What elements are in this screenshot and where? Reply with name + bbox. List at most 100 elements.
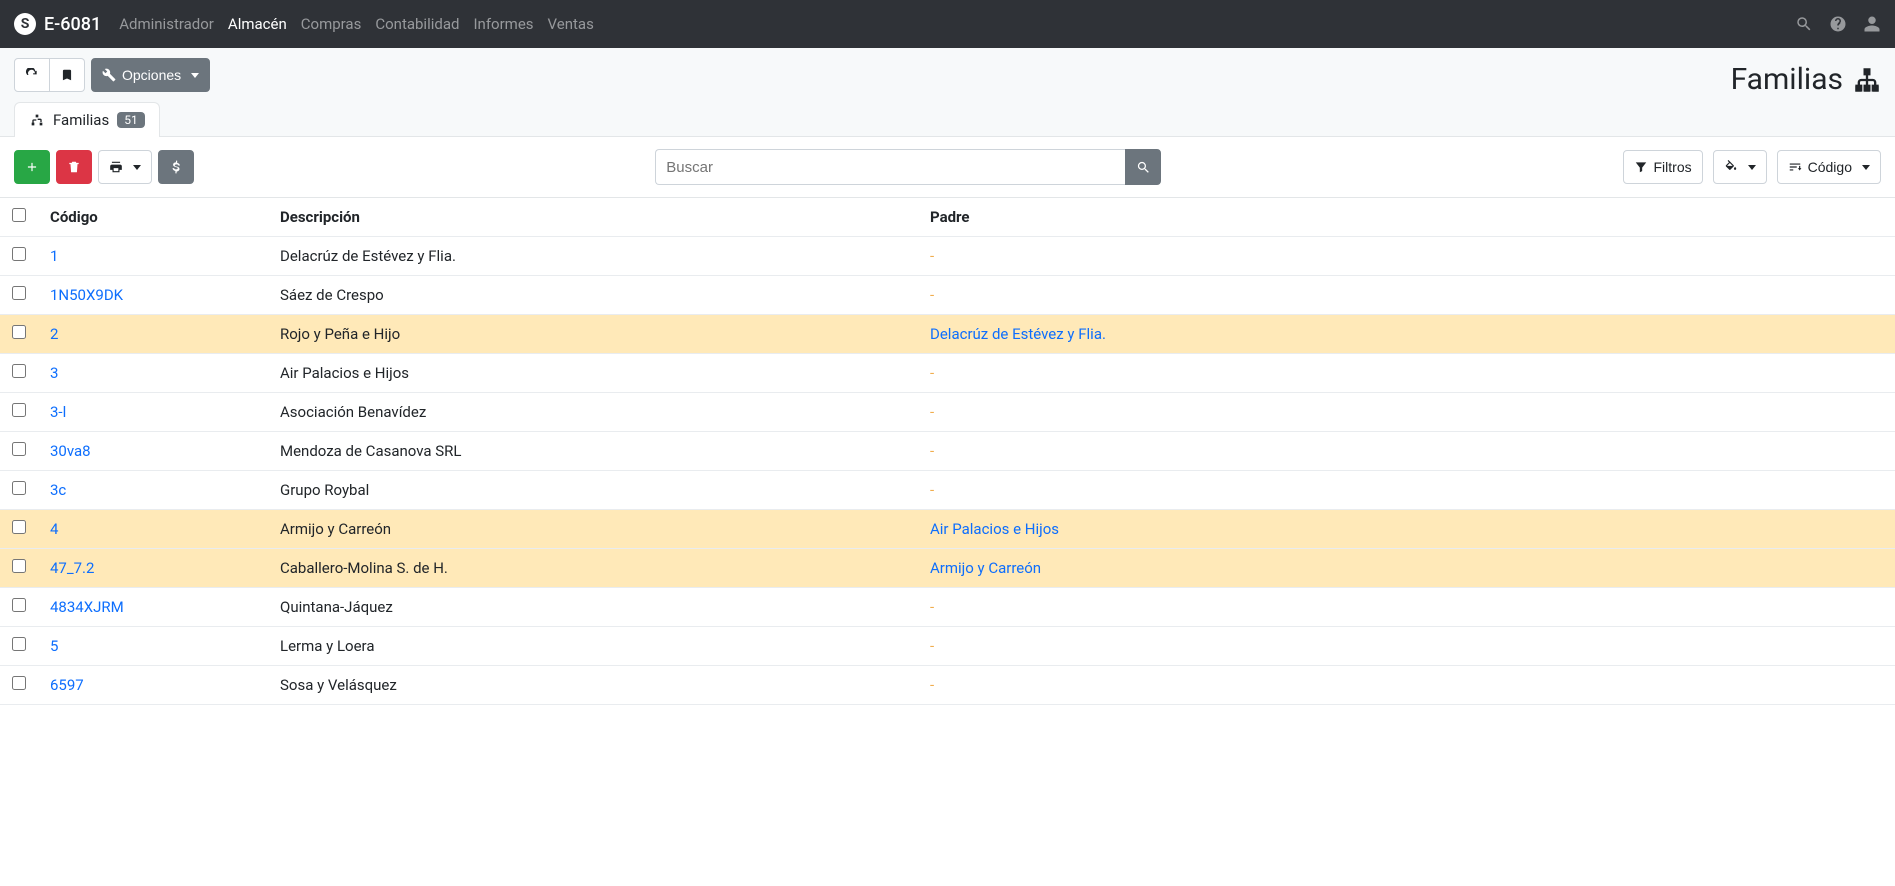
print-icon [109, 160, 123, 174]
parent-link[interactable]: Delacrúz de Estévez y Flia. [930, 325, 1106, 343]
sort-label: Código [1808, 159, 1852, 175]
parent-cell: - [918, 627, 1895, 666]
add-button[interactable] [14, 150, 50, 184]
col-header-code[interactable]: Código [38, 198, 268, 237]
nav-link[interactable]: Compras [301, 15, 362, 33]
table-row[interactable]: 5Lerma y Loera- [0, 627, 1895, 666]
search-button[interactable] [1125, 149, 1161, 185]
code-link[interactable]: 2 [50, 325, 58, 343]
table-row[interactable]: 30va8Mendoza de Casanova SRL- [0, 432, 1895, 471]
col-header-parent[interactable]: Padre [918, 198, 1895, 237]
desc-cell: Armijo y Carreón [268, 510, 918, 549]
code-link[interactable]: 4834XJRM [50, 598, 124, 616]
code-link[interactable]: 5 [50, 637, 58, 655]
code-link[interactable]: 6597 [50, 676, 84, 694]
table-row[interactable]: 1 Delacrúz de Estévez y Flia.- [0, 237, 1895, 276]
desc-cell: Sáez de Crespo [268, 276, 918, 315]
parent-link[interactable]: Air Palacios e Hijos [930, 520, 1059, 538]
parent-link[interactable]: Armijo y Carreón [930, 559, 1041, 577]
nav-link[interactable]: Informes [473, 15, 533, 33]
code-link[interactable]: 1N50X9DK [50, 286, 123, 304]
page-title: Familias [1731, 58, 1881, 107]
delete-button[interactable] [56, 150, 92, 184]
options-button[interactable]: Opciones [91, 58, 210, 92]
desc-cell: Delacrúz de Estévez y Flia. [268, 237, 918, 276]
tab-label: Familias [53, 111, 109, 129]
row-checkbox[interactable] [12, 481, 26, 495]
desc-cell: Rojo y Peña e Hijo [268, 315, 918, 354]
table-row[interactable]: 3c Grupo Roybal- [0, 471, 1895, 510]
wrench-icon [102, 68, 116, 82]
desc-cell: Asociación Benavídez [268, 393, 918, 432]
desc-cell: Sosa y Velásquez [268, 666, 918, 705]
parent-empty: - [930, 481, 934, 499]
code-link[interactable]: 4 [50, 520, 58, 538]
parent-cell: - [918, 588, 1895, 627]
code-link[interactable]: 3c [50, 481, 66, 499]
nav-link[interactable]: Almacén [228, 15, 287, 33]
code-link[interactable]: 47_7.2 [50, 559, 94, 577]
refresh-button[interactable] [14, 58, 50, 92]
paint-button[interactable] [1713, 150, 1767, 184]
code-link[interactable]: 30va8 [50, 442, 91, 460]
search-input[interactable] [655, 149, 1125, 185]
code-link[interactable]: 1 [50, 247, 58, 265]
table-row[interactable]: 4 Armijo y Carreón Air Palacios e Hijos [0, 510, 1895, 549]
bookmark-button[interactable] [50, 58, 85, 92]
currency-button[interactable] [158, 150, 194, 184]
select-all-checkbox[interactable] [12, 208, 26, 222]
table-row[interactable]: 3-l Asociación Benavídez- [0, 393, 1895, 432]
code-link[interactable]: 3 [50, 364, 58, 382]
table-row[interactable]: 2 Rojo y Peña e Hijo Delacrúz de Estévez y… [0, 315, 1895, 354]
sort-button[interactable]: Código [1777, 150, 1881, 184]
user-icon[interactable] [1863, 15, 1881, 33]
caret-down-icon [133, 165, 141, 170]
help-icon[interactable] [1829, 15, 1847, 33]
search-icon [1136, 160, 1151, 175]
code-link[interactable]: 3-l [50, 403, 66, 421]
row-checkbox[interactable] [12, 559, 26, 573]
row-checkbox[interactable] [12, 364, 26, 378]
filters-label: Filtros [1654, 159, 1692, 175]
desc-cell: Mendoza de Casanova SRL [268, 432, 918, 471]
table-row[interactable]: 3Air Palacios e Hijos- [0, 354, 1895, 393]
row-checkbox[interactable] [12, 325, 26, 339]
parent-cell: - [918, 354, 1895, 393]
parent-cell: - [918, 237, 1895, 276]
parent-empty: - [930, 598, 934, 616]
desc-cell: Grupo Roybal [268, 471, 918, 510]
tab-count-badge: 51 [117, 112, 145, 128]
parent-empty: - [930, 676, 934, 694]
sort-icon [1788, 160, 1802, 174]
parent-cell: - [918, 471, 1895, 510]
parent-empty: - [930, 364, 934, 382]
nav-link[interactable]: Contabilidad [375, 15, 459, 33]
row-checkbox[interactable] [12, 286, 26, 300]
row-checkbox[interactable] [12, 403, 26, 417]
table-row[interactable]: 6597 Sosa y Velásquez- [0, 666, 1895, 705]
row-checkbox[interactable] [12, 247, 26, 261]
row-checkbox[interactable] [12, 637, 26, 651]
data-table: Código Descripción Padre 1 Delacrúz de Es… [0, 198, 1895, 705]
row-checkbox[interactable] [12, 676, 26, 690]
search-icon[interactable] [1795, 15, 1813, 33]
tab-familias[interactable]: Familias 51 [14, 102, 160, 137]
parent-empty: - [930, 637, 934, 655]
nav-link[interactable]: Ventas [548, 15, 594, 33]
table-row[interactable]: 47_7.2Caballero-Molina S. de H.Armijo y … [0, 549, 1895, 588]
brand[interactable]: S E-6081 [14, 13, 101, 35]
parent-empty: - [930, 403, 934, 421]
row-checkbox[interactable] [12, 442, 26, 456]
filter-icon [1634, 160, 1648, 174]
row-checkbox[interactable] [12, 520, 26, 534]
row-checkbox[interactable] [12, 598, 26, 612]
table-row[interactable]: 1N50X9DK Sáez de Crespo- [0, 276, 1895, 315]
print-button[interactable] [98, 150, 152, 184]
caret-down-icon [1748, 165, 1756, 170]
nav-link[interactable]: Administrador [119, 15, 214, 33]
col-header-desc[interactable]: Descripción [268, 198, 918, 237]
filters-button[interactable]: Filtros [1623, 150, 1703, 184]
parent-empty: - [930, 286, 934, 304]
table-row[interactable]: 4834XJRMQuintana-Jáquez- [0, 588, 1895, 627]
plus-icon [25, 160, 39, 174]
